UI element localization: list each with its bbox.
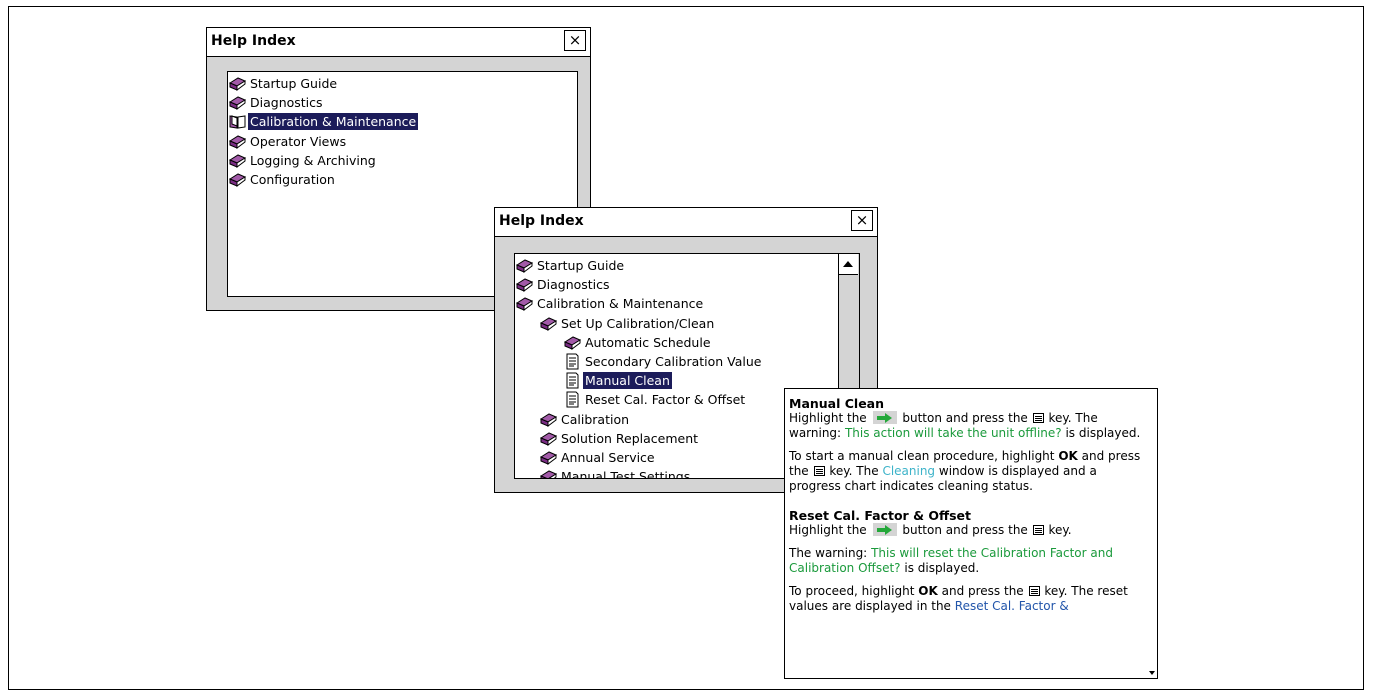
tree-item-label: Annual Service xyxy=(561,450,655,465)
enter-key-icon xyxy=(1028,586,1040,596)
book-closed-icon xyxy=(229,152,246,169)
tree-item-label: Manual Test Settings xyxy=(561,469,691,479)
enter-key-icon xyxy=(813,466,825,476)
title-bar[interactable]: Help Index × xyxy=(495,208,877,237)
book-closed-icon xyxy=(229,133,246,150)
close-button[interactable]: × xyxy=(564,30,586,51)
page-icon xyxy=(564,353,581,370)
tree-item-label: Secondary Calibration Value xyxy=(585,354,762,369)
tree-item-label: Calibration & Maintenance xyxy=(537,296,704,312)
tree-item-label: Solution Replacement xyxy=(561,430,699,446)
tree-item-label: Logging & Archiving xyxy=(250,152,376,168)
topic-paragraph: The warning: This will reset the Calibra… xyxy=(789,546,1113,575)
page-icon xyxy=(564,391,581,408)
tree-item-label: Reset Cal. Factor & Offset xyxy=(585,392,746,408)
book-closed-icon xyxy=(540,449,557,466)
book-closed-icon xyxy=(564,334,581,351)
topic-title-reset-cal: Reset Cal. Factor & Offset xyxy=(789,508,971,523)
book-closed-icon xyxy=(516,257,533,274)
topic-paragraph: To start a manual clean procedure, highl… xyxy=(789,449,1141,493)
arrow-button-icon xyxy=(872,523,897,536)
tree-item-label: Operator Views xyxy=(250,133,347,149)
enter-key-icon xyxy=(1032,525,1044,535)
reset-cal-link[interactable]: Reset Cal. Factor & xyxy=(955,599,1069,613)
tree-item-label: Diagnostics xyxy=(250,95,323,111)
scroll-down-indicator-icon[interactable] xyxy=(1149,671,1155,675)
topic-paragraph: Highlight the button and press the key. xyxy=(789,523,1072,537)
tree-item-label: Calibration & Maintenance xyxy=(248,113,419,131)
book-closed-icon xyxy=(229,94,246,111)
tree-item-label: Startup Guide xyxy=(537,258,625,273)
book-open-icon xyxy=(229,113,246,130)
arrow-button-icon xyxy=(872,411,897,424)
window-title: Help Index xyxy=(211,33,296,49)
cleaning-window-link[interactable]: Cleaning xyxy=(882,464,935,478)
book-closed-icon xyxy=(229,75,246,92)
tree-item-label: Diagnostics xyxy=(537,277,610,293)
page-icon xyxy=(564,372,581,389)
scroll-up-button[interactable] xyxy=(839,254,858,275)
topic-paragraph: Highlight the button and press the key. … xyxy=(789,411,1141,440)
tree-item-label: Startup Guide xyxy=(250,76,338,91)
book-closed-icon xyxy=(540,430,557,447)
enter-key-icon xyxy=(1032,413,1044,423)
warning-text: This action will take the unit offline? xyxy=(844,426,1062,440)
topic-paragraph: To proceed, highlight OK and press the k… xyxy=(789,584,1128,613)
book-closed-icon xyxy=(540,468,557,479)
tree-item-label: Calibration xyxy=(561,411,630,427)
book-closed-icon xyxy=(540,315,557,332)
book-closed-icon xyxy=(516,295,533,312)
book-closed-icon xyxy=(516,276,533,293)
book-closed-icon xyxy=(540,411,557,428)
tree-item-label: Set Up Calibration/Clean xyxy=(561,315,715,331)
title-bar[interactable]: Help Index × xyxy=(207,28,590,57)
topic-title-manual-clean: Manual Clean xyxy=(789,396,885,411)
tree-item-label: Automatic Schedule xyxy=(585,334,711,350)
tree-item-label: Manual Clean xyxy=(583,372,672,390)
close-button[interactable]: × xyxy=(851,210,873,231)
window-title: Help Index xyxy=(499,213,584,229)
book-closed-icon xyxy=(229,171,246,188)
tree-item-label: Configuration xyxy=(250,172,335,187)
help-topic-panel[interactable]: Manual Clean Highlight the button and pr… xyxy=(784,388,1158,679)
